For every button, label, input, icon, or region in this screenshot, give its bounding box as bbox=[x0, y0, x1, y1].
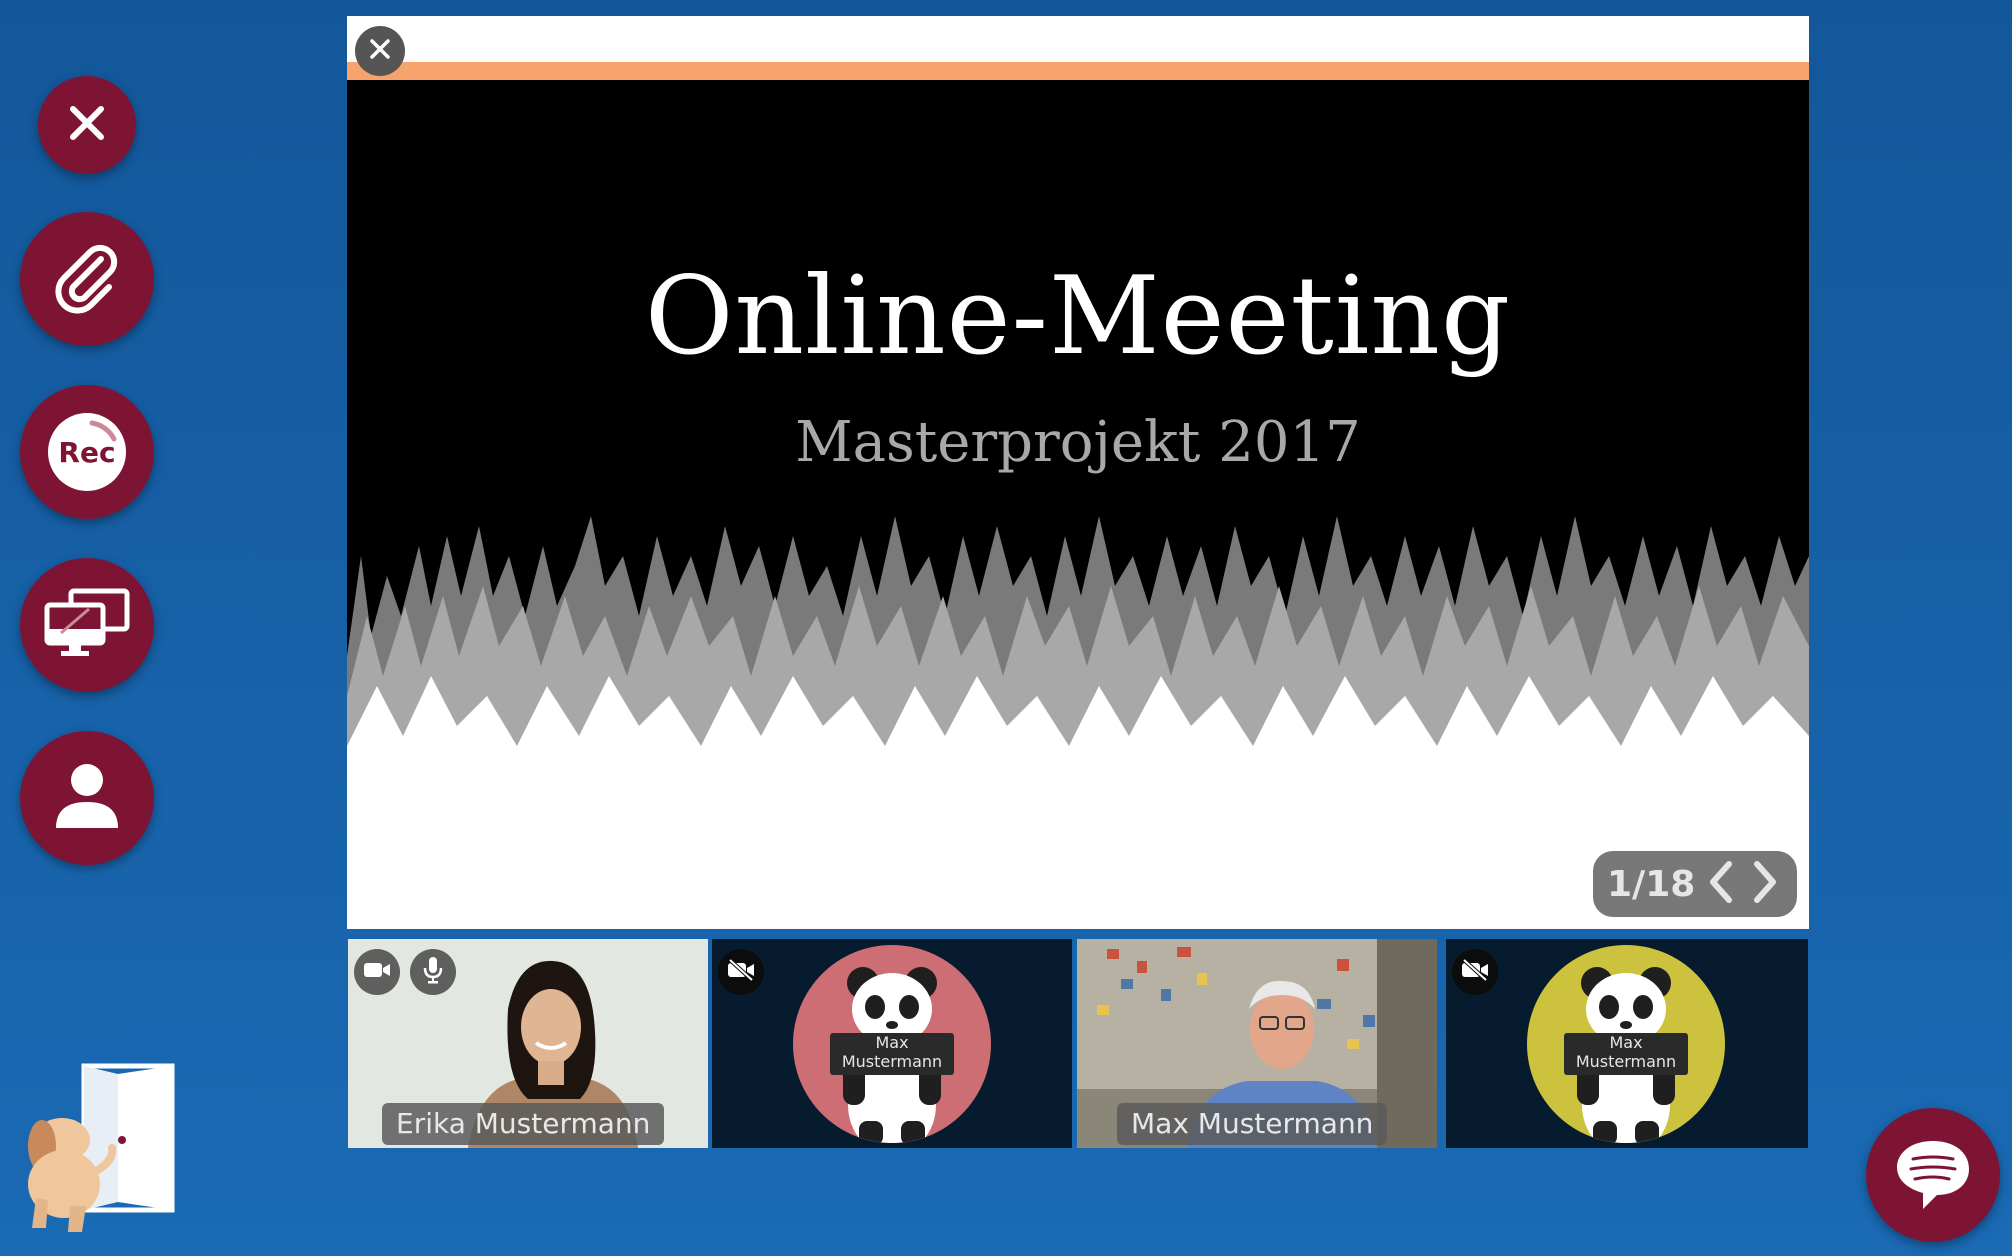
avatar: Max Mustermann bbox=[793, 945, 991, 1143]
participant-name: Max Mustermann bbox=[1117, 1103, 1388, 1145]
attachment-button[interactable] bbox=[20, 212, 154, 346]
slide-page-indicator: 1/18 bbox=[1607, 863, 1696, 905]
dog-exit-door-icon bbox=[14, 1063, 184, 1244]
monitors-icon bbox=[41, 587, 133, 663]
screen-share-button[interactable] bbox=[20, 558, 154, 692]
camera-off-icon bbox=[726, 958, 756, 986]
crowd-silhouette bbox=[347, 516, 1809, 929]
participants-button[interactable] bbox=[20, 731, 154, 865]
participant-name: Erika Mustermann bbox=[382, 1103, 665, 1145]
person-icon bbox=[52, 760, 122, 836]
slide-accent-bar bbox=[347, 62, 1809, 80]
close-presentation-button[interactable] bbox=[355, 26, 405, 76]
microphone-icon bbox=[423, 956, 443, 988]
chevron-left-icon bbox=[1707, 860, 1735, 908]
avatar: Max Mustermann bbox=[1527, 945, 1725, 1143]
participant-tile-erika[interactable]: Erika Mustermann bbox=[348, 939, 708, 1148]
participant-tile-max-3[interactable]: Max Mustermann bbox=[1446, 939, 1808, 1148]
presentation-slide: Online-Meeting Masterprojekt 2017 1/18 bbox=[347, 16, 1809, 929]
slide-title: Online-Meeting bbox=[644, 254, 1512, 379]
microphone-toggle[interactable] bbox=[410, 949, 456, 995]
slide-header-bar bbox=[347, 16, 1809, 62]
camera-off-indicator bbox=[1452, 949, 1498, 995]
record-button[interactable]: Rec bbox=[20, 385, 154, 519]
chevron-right-icon bbox=[1751, 860, 1779, 908]
slide-pager: 1/18 bbox=[1593, 851, 1797, 917]
participant-tile-max-2[interactable]: Max Mustermann bbox=[1077, 939, 1437, 1148]
next-slide-button[interactable] bbox=[1743, 851, 1787, 917]
previous-slide-button[interactable] bbox=[1699, 851, 1743, 917]
record-icon: Rec bbox=[48, 413, 126, 491]
camera-toggle[interactable] bbox=[354, 949, 400, 995]
close-button[interactable] bbox=[38, 76, 136, 174]
avatar-name-tag: Max Mustermann bbox=[1564, 1033, 1688, 1075]
avatar-name-tag: Max Mustermann bbox=[830, 1033, 954, 1075]
camera-off-indicator bbox=[718, 949, 764, 995]
video-camera-icon bbox=[363, 960, 391, 984]
paperclip-icon bbox=[49, 239, 125, 319]
slide-subtitle: Masterprojekt 2017 bbox=[795, 410, 1361, 475]
chat-button[interactable] bbox=[1866, 1108, 2000, 1242]
record-label: Rec bbox=[58, 435, 116, 469]
close-icon bbox=[67, 103, 107, 147]
exit-button[interactable] bbox=[14, 1060, 184, 1240]
participant-tile-max-1[interactable]: Max Mustermann bbox=[712, 939, 1072, 1148]
chat-bubble-icon bbox=[1893, 1133, 1973, 1217]
camera-off-icon bbox=[1460, 958, 1490, 986]
close-icon bbox=[368, 37, 392, 65]
